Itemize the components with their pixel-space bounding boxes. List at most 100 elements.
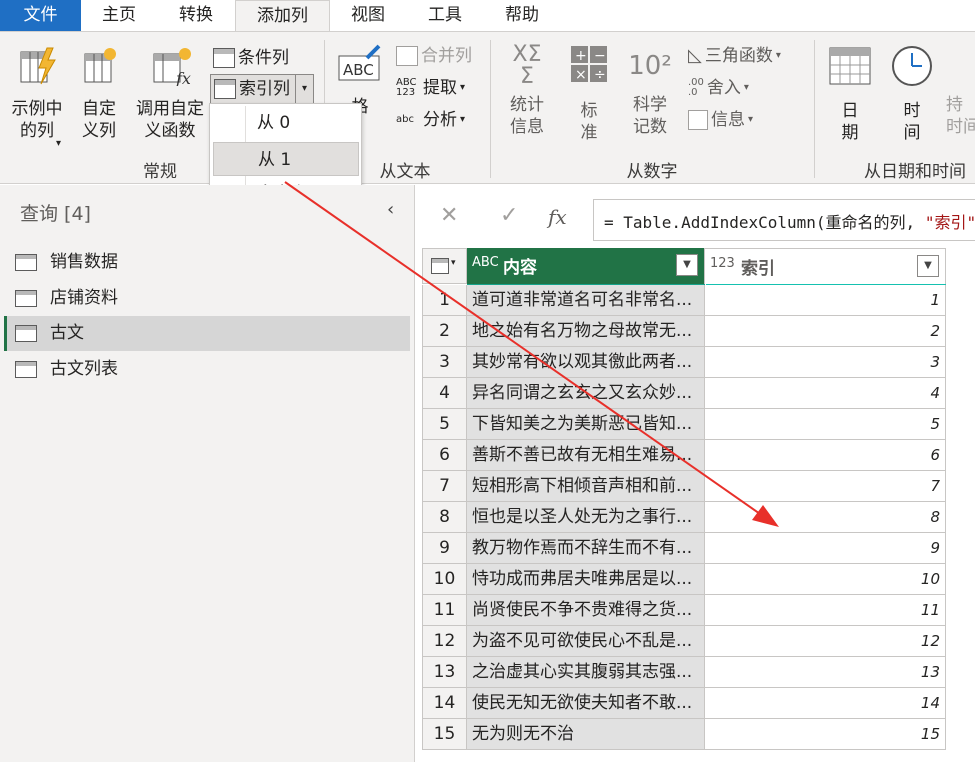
row-number[interactable]: 14: [422, 688, 467, 719]
cell-content[interactable]: 异名同谓之玄玄之又玄众妙...: [467, 378, 705, 409]
row-number[interactable]: 9: [422, 533, 467, 564]
table-icon: [431, 258, 449, 274]
information-button[interactable]: 信息 ▾: [688, 106, 753, 134]
filter-dropdown-icon[interactable]: ▼: [676, 254, 698, 276]
invoke-custom-function-button[interactable]: fx 调用自定 义函数: [130, 46, 210, 142]
statistics-button[interactable]: XΣ Σ 统计 信息: [500, 44, 554, 138]
tab-help[interactable]: 帮助: [484, 0, 560, 31]
cell-content[interactable]: 使民无知无欲使夫知者不敢...: [467, 688, 705, 719]
cell-content[interactable]: 地之始有名万物之母故常无...: [467, 316, 705, 347]
cell-index[interactable]: 13: [705, 657, 946, 688]
date-button[interactable]: 日 期: [824, 44, 876, 144]
row-number[interactable]: 12: [422, 626, 467, 657]
cell-index[interactable]: 9: [705, 533, 946, 564]
collapse-pane-icon[interactable]: ‹: [387, 199, 394, 220]
number-type-icon[interactable]: 123: [710, 256, 735, 271]
scientific-button[interactable]: 10² 科学 记数: [624, 44, 676, 138]
tab-transform[interactable]: 转换: [157, 0, 235, 31]
chevron-down-icon: ▾: [743, 82, 749, 93]
row-number[interactable]: 6: [422, 440, 467, 471]
cell-content[interactable]: 为盗不见可欲使民心不乱是...: [467, 626, 705, 657]
menu-item-from-0[interactable]: 从 0: [213, 106, 359, 140]
cell-index[interactable]: 10: [705, 564, 946, 595]
cell-index[interactable]: 15: [705, 719, 946, 750]
cell-content[interactable]: 尚贤使民不争不贵难得之货...: [467, 595, 705, 626]
data-grid: ▾ ABC 内容 ▼ 123 索引 ▼ 1 道可道非常道名可名非常名... 1 2 地之…: [422, 248, 975, 762]
custom-column-button[interactable]: 自定 义列: [72, 46, 126, 142]
query-item[interactable]: 古文: [4, 316, 410, 351]
triangle-icon: ◺: [688, 45, 702, 66]
time-button[interactable]: 时 间: [886, 44, 938, 144]
formula-input[interactable]: = Table.AddIndexColumn(重命名的列, "索引": [593, 199, 975, 241]
cell-content[interactable]: 恒也是以圣人处无为之事行...: [467, 502, 705, 533]
tab-file[interactable]: 文件: [0, 0, 81, 31]
standard-button[interactable]: + − × ÷ 标 准: [564, 44, 614, 144]
tab-add-column[interactable]: 添加列: [235, 0, 330, 32]
row-number[interactable]: 5: [422, 409, 467, 440]
cancel-icon[interactable]: ✕: [440, 203, 458, 228]
trigonometry-button[interactable]: ◺ 三角函数 ▾: [688, 42, 781, 70]
cell-index[interactable]: 1: [705, 285, 946, 316]
row-number[interactable]: 8: [422, 502, 467, 533]
row-number[interactable]: 1: [422, 285, 467, 316]
row-number[interactable]: 3: [422, 347, 467, 378]
cell-index[interactable]: 11: [705, 595, 946, 626]
fx-icon[interactable]: fx: [548, 205, 567, 229]
cell-index[interactable]: 6: [705, 440, 946, 471]
cell-content[interactable]: 短相形高下相倾音声相和前...: [467, 471, 705, 502]
cell-index[interactable]: 8: [705, 502, 946, 533]
column-header-content[interactable]: ABC 内容 ▼: [467, 248, 705, 284]
cell-index[interactable]: 14: [705, 688, 946, 719]
index-column-button[interactable]: 索引列 ▾: [210, 74, 314, 104]
confirm-check-icon[interactable]: ✓: [500, 203, 518, 228]
cell-index[interactable]: 2: [705, 316, 946, 347]
table-row: 15 无为则无不治 15: [422, 719, 946, 750]
conditional-column-label: 条件列: [238, 48, 289, 68]
row-number[interactable]: 7: [422, 471, 467, 502]
row-number[interactable]: 2: [422, 316, 467, 347]
group-label-general: 常规: [143, 162, 177, 182]
table-icon: [15, 361, 37, 378]
cell-content[interactable]: 下皆知美之为美斯恶已皆知...: [467, 409, 705, 440]
parse-button[interactable]: abc 分析 ▾: [396, 106, 465, 134]
row-number[interactable]: 4: [422, 378, 467, 409]
row-number[interactable]: 13: [422, 657, 467, 688]
tab-view[interactable]: 视图: [330, 0, 406, 31]
formula-bar: ✕ ✓ fx = Table.AddIndexColumn(重命名的列, "索引…: [422, 199, 975, 241]
duration-button[interactable]: 持 时间: [946, 44, 975, 138]
cell-content[interactable]: 其妙常有欲以观其徼此两者...: [467, 347, 705, 378]
cell-index[interactable]: 7: [705, 471, 946, 502]
trigonometry-label: 三角函数: [704, 46, 773, 66]
cell-content[interactable]: 恃功成而弗居夫唯弗居是以...: [467, 564, 705, 595]
query-item[interactable]: 销售数据: [4, 245, 410, 280]
cell-content[interactable]: 之治虚其心实其腹弱其志强...: [467, 657, 705, 688]
tab-home[interactable]: 主页: [81, 0, 157, 31]
cell-index[interactable]: 3: [705, 347, 946, 378]
merge-columns-button[interactable]: 合并列: [396, 42, 472, 70]
table-menu-button[interactable]: ▾: [422, 248, 467, 284]
filter-dropdown-icon[interactable]: ▼: [917, 255, 939, 277]
row-number[interactable]: 15: [422, 719, 467, 750]
row-number[interactable]: 11: [422, 595, 467, 626]
query-item[interactable]: 店铺资料: [4, 281, 410, 316]
cell-index[interactable]: 4: [705, 378, 946, 409]
query-item[interactable]: 古文列表: [4, 352, 410, 387]
svg-text:×: ×: [575, 67, 587, 83]
conditional-column-button[interactable]: 条件列: [213, 44, 289, 72]
cell-content[interactable]: 无为则无不治: [467, 719, 705, 750]
cell-content[interactable]: 善斯不善已故有无相生难易...: [467, 440, 705, 471]
cell-content[interactable]: 教万物作焉而不辞生而不有...: [467, 533, 705, 564]
column-from-examples-button[interactable]: 示例中 的列 ▾: [4, 46, 70, 149]
rounding-button[interactable]: .00.0 舍入 ▾: [688, 74, 749, 102]
tab-tools[interactable]: 工具: [406, 0, 484, 31]
table-icon: [15, 325, 37, 342]
cell-content[interactable]: 道可道非常道名可名非常名...: [467, 285, 705, 316]
row-number[interactable]: 10: [422, 564, 467, 595]
text-type-icon[interactable]: ABC: [472, 255, 499, 270]
cell-index[interactable]: 5: [705, 409, 946, 440]
column-header-index[interactable]: 123 索引 ▼: [705, 248, 946, 284]
extract-button[interactable]: ABC 123 提取 ▾: [396, 74, 465, 102]
cell-index[interactable]: 12: [705, 626, 946, 657]
chevron-down-icon[interactable]: ▾: [295, 75, 313, 103]
menu-item-from-1[interactable]: 从 1: [213, 142, 359, 176]
